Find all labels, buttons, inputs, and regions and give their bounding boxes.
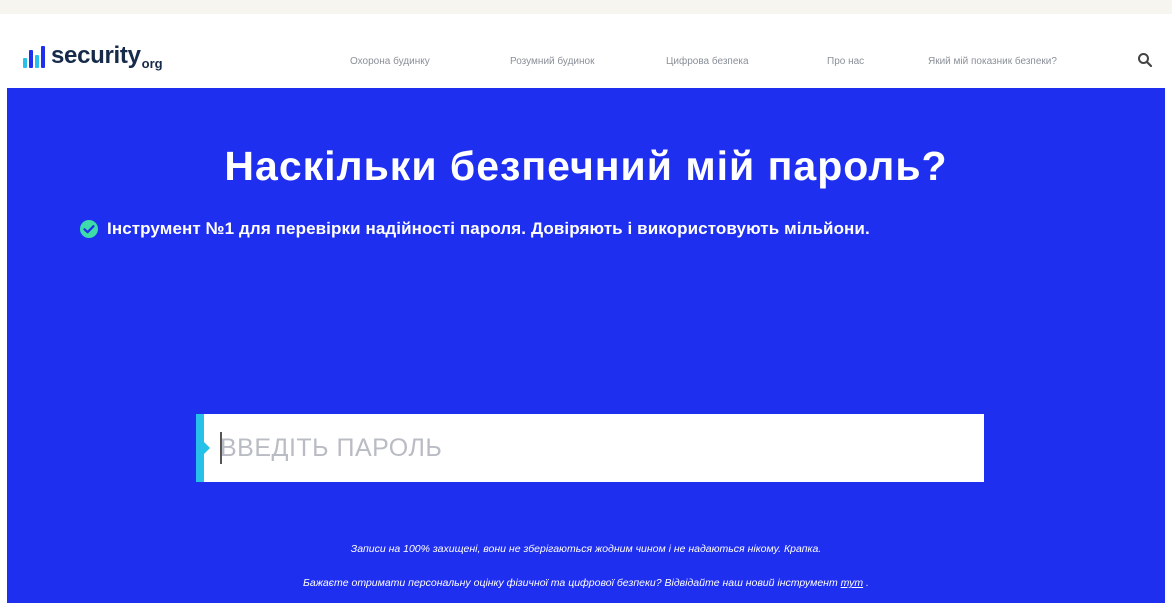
password-field-accent [196, 414, 204, 482]
nav-item-about[interactable]: Про нас [827, 56, 864, 67]
promo-note: Бажаєте отримати персональну оцінку фізи… [7, 577, 1165, 589]
top-strip [0, 0, 1172, 14]
logo-mark-icon [23, 46, 45, 68]
site-header: security org Охорона будинку Розумний бу… [0, 14, 1172, 88]
page-title: Наскільки безпечний мій пароль? [224, 143, 948, 189]
logo-wordmark: security [51, 42, 141, 69]
promo-link[interactable]: тут [841, 577, 864, 589]
nav-item-security-score[interactable]: Який мій показник безпеки? [928, 56, 1057, 67]
text-caret [220, 432, 222, 464]
hero-subtitle-text: Інструмент №1 для перевірки надійності п… [107, 219, 870, 238]
password-input[interactable] [204, 414, 984, 482]
search-icon[interactable] [1136, 51, 1154, 69]
check-circle-icon [79, 219, 99, 239]
chevron-right-icon [204, 442, 210, 454]
promo-note-text: Бажаєте отримати персональну оцінку фізи… [303, 577, 838, 589]
privacy-note: Записи на 100% захищені, вони не зберіга… [350, 543, 822, 555]
page: security org Охорона будинку Розумний бу… [0, 0, 1172, 603]
promo-note-suffix: . [866, 577, 869, 589]
logo[interactable]: security org [23, 38, 163, 71]
nav-item-smart-home[interactable]: Розумний будинок [510, 56, 594, 67]
logo-suffix: org [141, 56, 163, 71]
hero-subtitle: Інструмент №1 для перевірки надійності п… [79, 219, 870, 239]
password-field-wrapper [196, 414, 984, 482]
nav-item-home-security[interactable]: Охорона будинку [350, 56, 430, 67]
nav-item-digital-security[interactable]: Цифрова безпека [666, 56, 749, 67]
hero-section: Наскільки безпечний мій пароль? Інструме… [7, 88, 1165, 603]
